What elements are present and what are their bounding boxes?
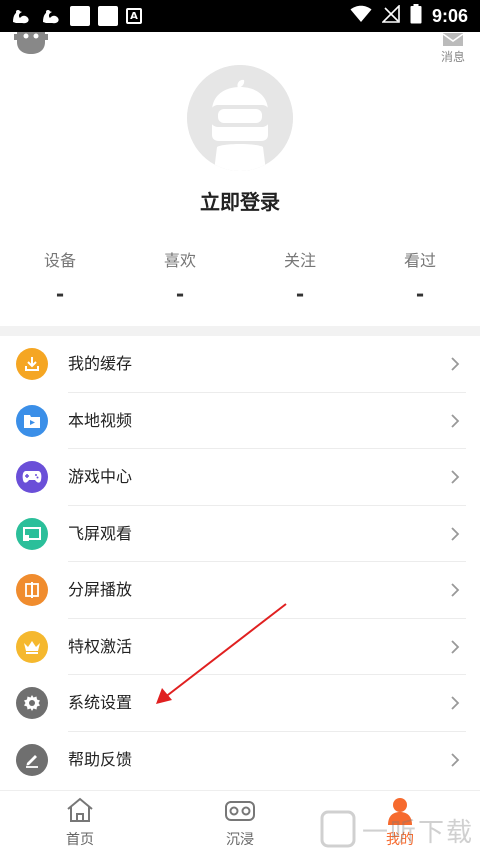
notification-square-icon [98, 6, 118, 26]
wifi-icon [350, 5, 372, 27]
battery-icon [410, 4, 422, 28]
chevron-right-icon [451, 470, 460, 484]
section-divider [0, 326, 480, 336]
video-folder-icon [16, 404, 48, 437]
menu-item-label: 特权激活 [68, 636, 133, 656]
stat-label: 关注 [283, 251, 316, 270]
cast-screen-icon [16, 517, 48, 550]
gamepad-icon [16, 461, 48, 493]
menu-item-label: 我的缓存 [68, 354, 133, 373]
stats-row: 设备 - 喜欢 - 关注 - 看过 - [0, 248, 480, 308]
chevron-right-icon [451, 752, 460, 767]
uc-browser-notification-icon [40, 6, 62, 26]
menu-item-game-center[interactable]: 游戏中心 [0, 449, 480, 506]
chevron-right-icon [451, 526, 460, 541]
menu-item-privilege[interactable]: 特权激活 [0, 619, 480, 675]
menu-list: 我的缓存 本地视频 游戏中心 飞屏观看 分屏播放 特权激活 系统设置 帮助反馈 [0, 336, 480, 788]
gear-icon [16, 687, 48, 719]
a-badge-icon: A [126, 8, 142, 24]
stat-likes[interactable]: 喜欢 - [120, 248, 240, 308]
tab-home[interactable]: 首页 [0, 791, 160, 852]
stat-value: - [295, 282, 305, 306]
menu-item-label: 本地视频 [68, 410, 133, 430]
notification-square-icon [70, 6, 90, 26]
chevron-right-icon [451, 357, 460, 371]
status-bar: A 9:06 [0, 0, 480, 32]
login-button[interactable]: 立即登录 [0, 186, 480, 215]
watermark-logo-icon [320, 810, 356, 848]
menu-item-help-feedback[interactable]: 帮助反馈 [0, 732, 480, 789]
no-signal-icon [381, 4, 400, 27]
download-icon [16, 348, 48, 380]
stat-value: - [415, 282, 425, 306]
split-screen-icon [16, 574, 48, 606]
robot-icon[interactable] [14, 32, 48, 56]
clock: 9:06 [431, 5, 468, 26]
menu-item-label: 飞屏观看 [68, 523, 133, 543]
watermark-text: 一听下载 [362, 818, 475, 848]
stat-label: 看过 [403, 251, 436, 270]
menu-item-label: 系统设置 [68, 693, 133, 712]
crown-icon [16, 630, 48, 663]
chevron-right-icon [451, 639, 460, 654]
menu-item-split-screen[interactable]: 分屏播放 [0, 562, 480, 619]
stat-following[interactable]: 关注 - [240, 248, 360, 308]
message-button[interactable]: 消息 [438, 32, 468, 66]
chevron-right-icon [451, 696, 460, 710]
stat-value: - [55, 282, 65, 306]
pencil-icon [16, 743, 48, 776]
tab-immersive[interactable]: 沉浸 [160, 791, 320, 852]
chevron-right-icon [451, 413, 460, 428]
menu-item-fly-screen[interactable]: 飞屏观看 [0, 506, 480, 562]
stat-label: 喜欢 [163, 251, 196, 270]
chevron-right-icon [451, 583, 460, 597]
avatar[interactable] [187, 65, 293, 171]
profile-header: 消息 立即登录 设备 - 喜欢 - 关注 - 看过 - [0, 32, 480, 326]
menu-item-label: 游戏中心 [68, 467, 133, 486]
menu-item-cache[interactable]: 我的缓存 [0, 336, 480, 393]
menu-item-label: 帮助反馈 [68, 749, 133, 769]
stat-devices[interactable]: 设备 - [0, 248, 120, 308]
mail-icon [442, 33, 464, 46]
menu-item-settings[interactable]: 系统设置 [0, 675, 480, 732]
stat-label: 设备 [43, 251, 76, 270]
message-label: 消息 [440, 50, 465, 64]
stat-value: - [175, 282, 185, 306]
menu-item-local-video[interactable]: 本地视频 [0, 393, 480, 449]
tab-label: 沉浸 [226, 832, 254, 848]
watermark: 一听下载 [314, 806, 480, 852]
stat-watched[interactable]: 看过 - [360, 248, 480, 308]
home-icon [67, 797, 93, 822]
vr-headset-icon [225, 801, 255, 821]
menu-item-label: 分屏播放 [68, 580, 133, 599]
uc-browser-notification-icon [10, 6, 32, 26]
tab-label: 首页 [66, 832, 94, 848]
